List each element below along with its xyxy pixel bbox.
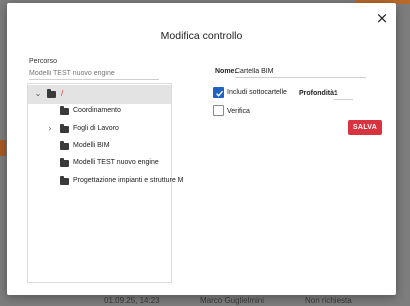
dialog-title: Modifica controllo xyxy=(160,30,243,42)
tree-item-modelli-test[interactable]: Modelli TEST nuovo engine xyxy=(28,154,171,173)
folder-icon xyxy=(60,124,69,133)
tree-item-coordinamento[interactable]: Coordinamento xyxy=(28,102,171,121)
tree-item-label: Modelli BIM xyxy=(73,142,110,149)
verify-checkbox[interactable] xyxy=(213,105,224,116)
tree-item-label: Fogli di Lavoro xyxy=(73,125,119,132)
name-field[interactable] xyxy=(235,66,366,78)
depth-label: Profondità: xyxy=(299,90,337,97)
folder-tree: ⌄ / Coordinamento › Fogli di Lavoro Mode… xyxy=(27,83,184,283)
name-label: Nome: xyxy=(215,68,237,75)
background-user: Marco Guglielmini xyxy=(200,296,265,305)
background-table-row: 01.09.25, 14:23 Marco Guglielmini Non ri… xyxy=(0,296,410,306)
tree-root-label: / xyxy=(61,89,64,98)
close-icon[interactable]: × xyxy=(373,9,391,27)
checkmark-icon xyxy=(216,90,224,97)
include-subfolders-label: Includi sottocartelle xyxy=(227,89,287,96)
save-button[interactable]: SALVA xyxy=(348,120,382,135)
path-label: Percorso xyxy=(29,58,58,65)
path-input[interactable] xyxy=(29,68,159,80)
tree-item-label: Modelli TEST nuovo engine xyxy=(73,159,159,166)
folder-icon xyxy=(60,141,69,150)
folder-icon xyxy=(60,106,69,115)
chevron-down-icon[interactable]: ⌄ xyxy=(33,89,43,99)
tree-item-progettazione[interactable]: Progettazione impianti e strutture M xyxy=(28,172,184,191)
chevron-right-icon[interactable]: › xyxy=(45,124,55,134)
tree-item-label: Coordinamento xyxy=(73,107,121,114)
folder-icon xyxy=(60,158,69,167)
edit-control-dialog: × Modifica controllo Percorso ⌄ / Coordi… xyxy=(7,3,396,295)
background-status: Non richiesta xyxy=(305,296,352,305)
verify-label: Verifica xyxy=(227,108,250,115)
background-date: 01.09.25, 14:23 xyxy=(104,296,160,305)
include-subfolders-checkbox[interactable] xyxy=(213,87,224,98)
background-side-accent xyxy=(0,140,6,156)
tree-item-label: Progettazione impianti e strutture M xyxy=(73,177,184,184)
depth-field[interactable] xyxy=(334,88,353,100)
folder-icon xyxy=(60,176,69,185)
folder-icon xyxy=(47,89,56,98)
